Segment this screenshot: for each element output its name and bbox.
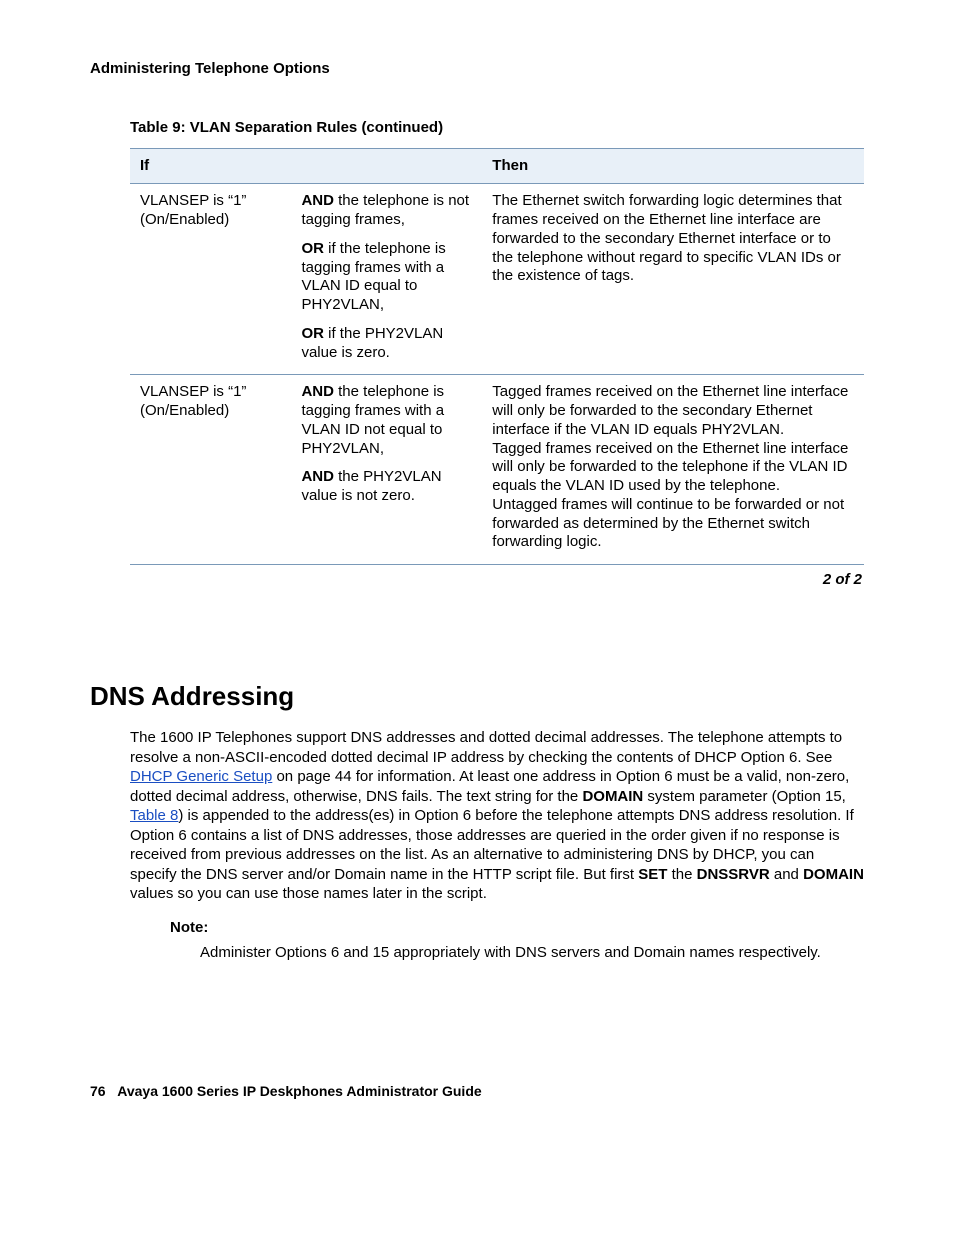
cond-keyword: AND bbox=[301, 192, 334, 209]
then-text: Untagged frames will continue to be forw… bbox=[492, 496, 854, 552]
then-text: Tagged frames received on the Ethernet l… bbox=[492, 383, 854, 439]
cell-if: VLANSEP is “1” (On/Enabled) bbox=[130, 184, 291, 375]
then-text: Tagged frames received on the Ethernet l… bbox=[492, 440, 854, 496]
body-paragraph: The 1600 IP Telephones support DNS addre… bbox=[130, 728, 864, 904]
table-caption: Table 9: VLAN Separation Rules (continue… bbox=[130, 119, 864, 138]
page-footer: 76 Avaya 1600 Series IP Deskphones Admin… bbox=[90, 1083, 864, 1101]
cell-cond: AND the telephone is not tagging frames,… bbox=[291, 184, 482, 375]
cell-if: VLANSEP is “1” (On/Enabled) bbox=[130, 375, 291, 565]
body-text: The 1600 IP Telephones support DNS addre… bbox=[130, 729, 842, 766]
link-table-8[interactable]: Table 8 bbox=[130, 807, 178, 824]
table-row: VLANSEP is “1” (On/Enabled) AND the tele… bbox=[130, 375, 864, 565]
page-number: 76 bbox=[90, 1083, 106, 1099]
section-heading-dns: DNS Addressing bbox=[90, 680, 864, 713]
cond-keyword: OR bbox=[301, 240, 324, 257]
body-text: and bbox=[770, 866, 803, 883]
col-header-cond bbox=[291, 148, 482, 184]
footer-title: Avaya 1600 Series IP Deskphones Administ… bbox=[117, 1083, 481, 1099]
cell-cond: AND the telephone is tagging frames with… bbox=[291, 375, 482, 565]
table-row: VLANSEP is “1” (On/Enabled) AND the tele… bbox=[130, 184, 864, 375]
col-header-then: Then bbox=[482, 148, 864, 184]
cond-keyword: AND bbox=[301, 468, 334, 485]
body-bold: SET bbox=[638, 866, 667, 883]
cond-keyword: AND bbox=[301, 383, 334, 400]
cond-text: if the telephone is tagging frames with … bbox=[301, 240, 445, 313]
cond-keyword: OR bbox=[301, 325, 324, 342]
note-body: Administer Options 6 and 15 appropriatel… bbox=[200, 943, 864, 963]
note-label: Note: bbox=[170, 918, 864, 938]
body-bold: DNSSRVR bbox=[697, 866, 770, 883]
body-text: the bbox=[667, 866, 696, 883]
running-header: Administering Telephone Options bbox=[90, 60, 864, 79]
table-pager: 2 of 2 bbox=[90, 571, 864, 590]
col-header-if: If bbox=[130, 148, 291, 184]
body-text: values so you can use those names later … bbox=[130, 885, 487, 902]
body-bold: DOMAIN bbox=[582, 788, 643, 805]
body-bold: DOMAIN bbox=[803, 866, 864, 883]
section-body: The 1600 IP Telephones support DNS addre… bbox=[130, 728, 864, 963]
vlan-rules-table: If Then VLANSEP is “1” (On/Enabled) AND … bbox=[130, 148, 864, 566]
link-dhcp-generic-setup[interactable]: DHCP Generic Setup bbox=[130, 768, 272, 785]
cell-then: The Ethernet switch forwarding logic det… bbox=[482, 184, 864, 375]
body-text: system parameter (Option 15, bbox=[643, 788, 846, 805]
cell-then: Tagged frames received on the Ethernet l… bbox=[482, 375, 864, 565]
